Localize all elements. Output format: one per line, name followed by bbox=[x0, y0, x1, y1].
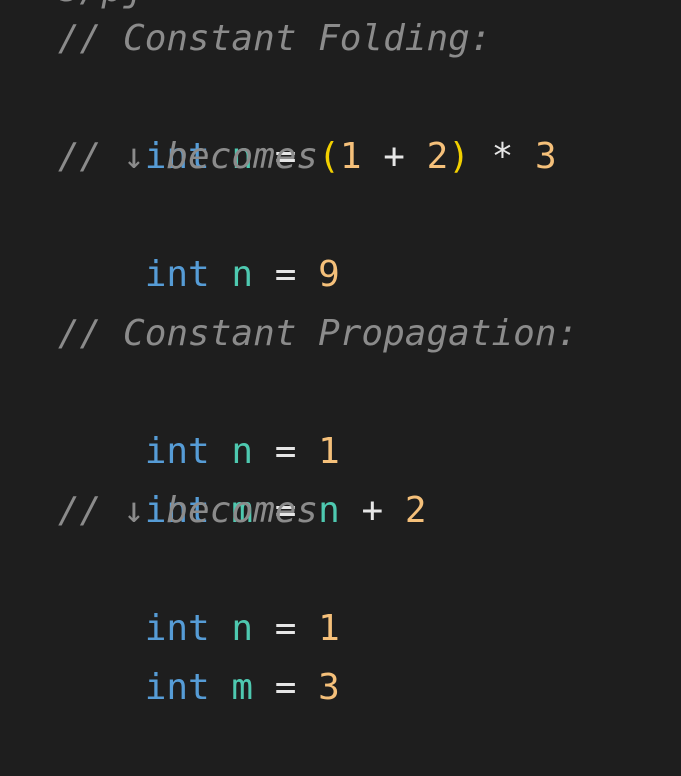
code-line: int m = 3 bbox=[58, 599, 340, 708]
variable: n bbox=[318, 490, 340, 531]
comment-line: // Constant Folding: bbox=[58, 18, 492, 59]
comment-line: // Constant Propagation: bbox=[58, 313, 579, 354]
code-editor[interactable]: s/pj // Constant Folding: int n = (1 + 2… bbox=[0, 0, 681, 708]
operator: = bbox=[274, 667, 297, 708]
number: 3 bbox=[534, 136, 557, 177]
paren: ) bbox=[448, 136, 470, 177]
operator: + bbox=[361, 136, 427, 177]
number: 3 bbox=[318, 667, 340, 708]
variable: m bbox=[231, 667, 254, 708]
number: 1 bbox=[339, 136, 362, 177]
operator: * bbox=[469, 136, 535, 177]
operator: + bbox=[339, 490, 405, 531]
comment-line: // ↓ becomes bbox=[58, 136, 319, 177]
code-line: int n = 1 bbox=[58, 363, 340, 472]
variable: n bbox=[231, 254, 254, 295]
number: 9 bbox=[318, 254, 340, 295]
code-line: int n = (1 + 2) * 3 bbox=[58, 68, 557, 177]
keyword: int bbox=[144, 254, 210, 295]
code-line: int m = n + 2 bbox=[58, 422, 427, 531]
operator: = bbox=[274, 254, 297, 295]
comment-line: // ↓ becomes bbox=[58, 490, 319, 531]
code-line: int n = 1 bbox=[58, 540, 340, 649]
number: 2 bbox=[426, 136, 449, 177]
keyword: int bbox=[144, 667, 210, 708]
code-line: int n = 9 bbox=[58, 186, 340, 295]
number: 2 bbox=[404, 490, 427, 531]
paren: ( bbox=[318, 136, 340, 177]
